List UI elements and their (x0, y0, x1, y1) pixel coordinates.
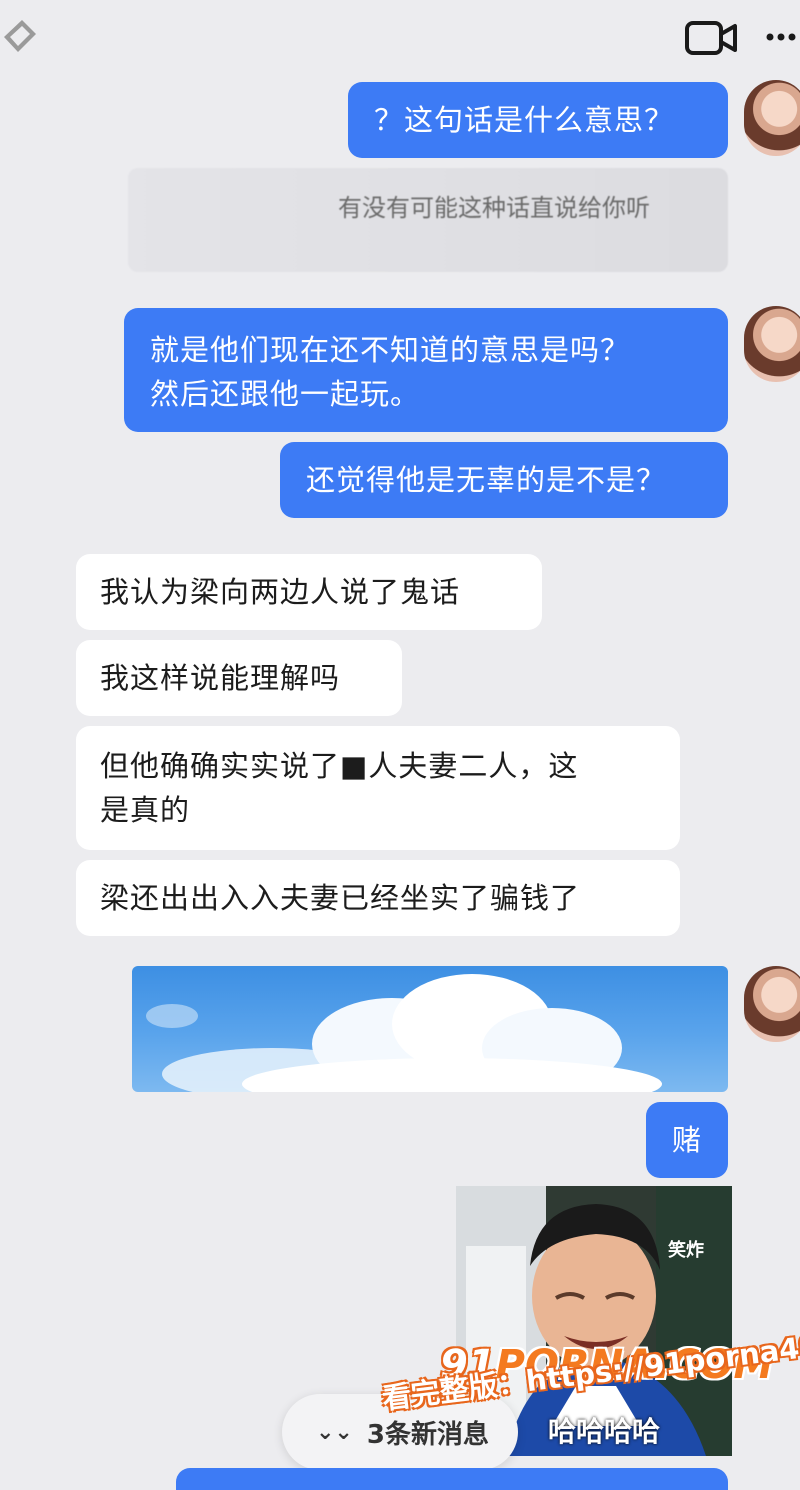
chat-header (0, 0, 800, 80)
sent-message-partial[interactable] (176, 1468, 728, 1490)
new-messages-label: 3条新消息 (366, 1419, 489, 1450)
quoted-message-text: 有没有可能这种话直说给你听 (338, 194, 650, 222)
sent-message[interactable]: 还觉得他是无辜的是不是？ (280, 442, 728, 518)
avatar[interactable] (744, 80, 800, 156)
received-message[interactable]: 梁还出出入入夫妻已经坐实了骗钱了 (76, 860, 680, 936)
cloud-image (146, 974, 662, 1092)
meme-caption-top: 笑炸 (668, 1240, 704, 1261)
avatar[interactable] (744, 966, 800, 1042)
sent-message[interactable]: 赌 (646, 1102, 728, 1178)
sky-image-message[interactable] (132, 966, 728, 1092)
more-icon[interactable] (764, 26, 798, 48)
quoted-message: 有没有可能这种话直说给你听 (128, 168, 728, 272)
received-message[interactable]: 但他确确实实说了■人夫妻二人，这 是真的 (76, 726, 680, 850)
received-message[interactable]: 我这样说能理解吗 (76, 640, 402, 716)
received-message[interactable]: 我认为梁向两边人说了鬼话 (76, 554, 542, 630)
video-call-icon[interactable] (684, 18, 738, 58)
sent-message[interactable]: ？这句话是什么意思？ (348, 82, 728, 158)
avatar[interactable] (744, 306, 800, 382)
sent-message[interactable]: 就是他们现在还不知道的意思是吗？ 然后还跟他一起玩。 (124, 308, 728, 432)
meme-caption-bottom: 哈哈哈哈 (548, 1415, 661, 1448)
back-icon[interactable] (0, 14, 40, 60)
double-chevron-down-icon: ⌄⌄ (316, 1419, 353, 1445)
